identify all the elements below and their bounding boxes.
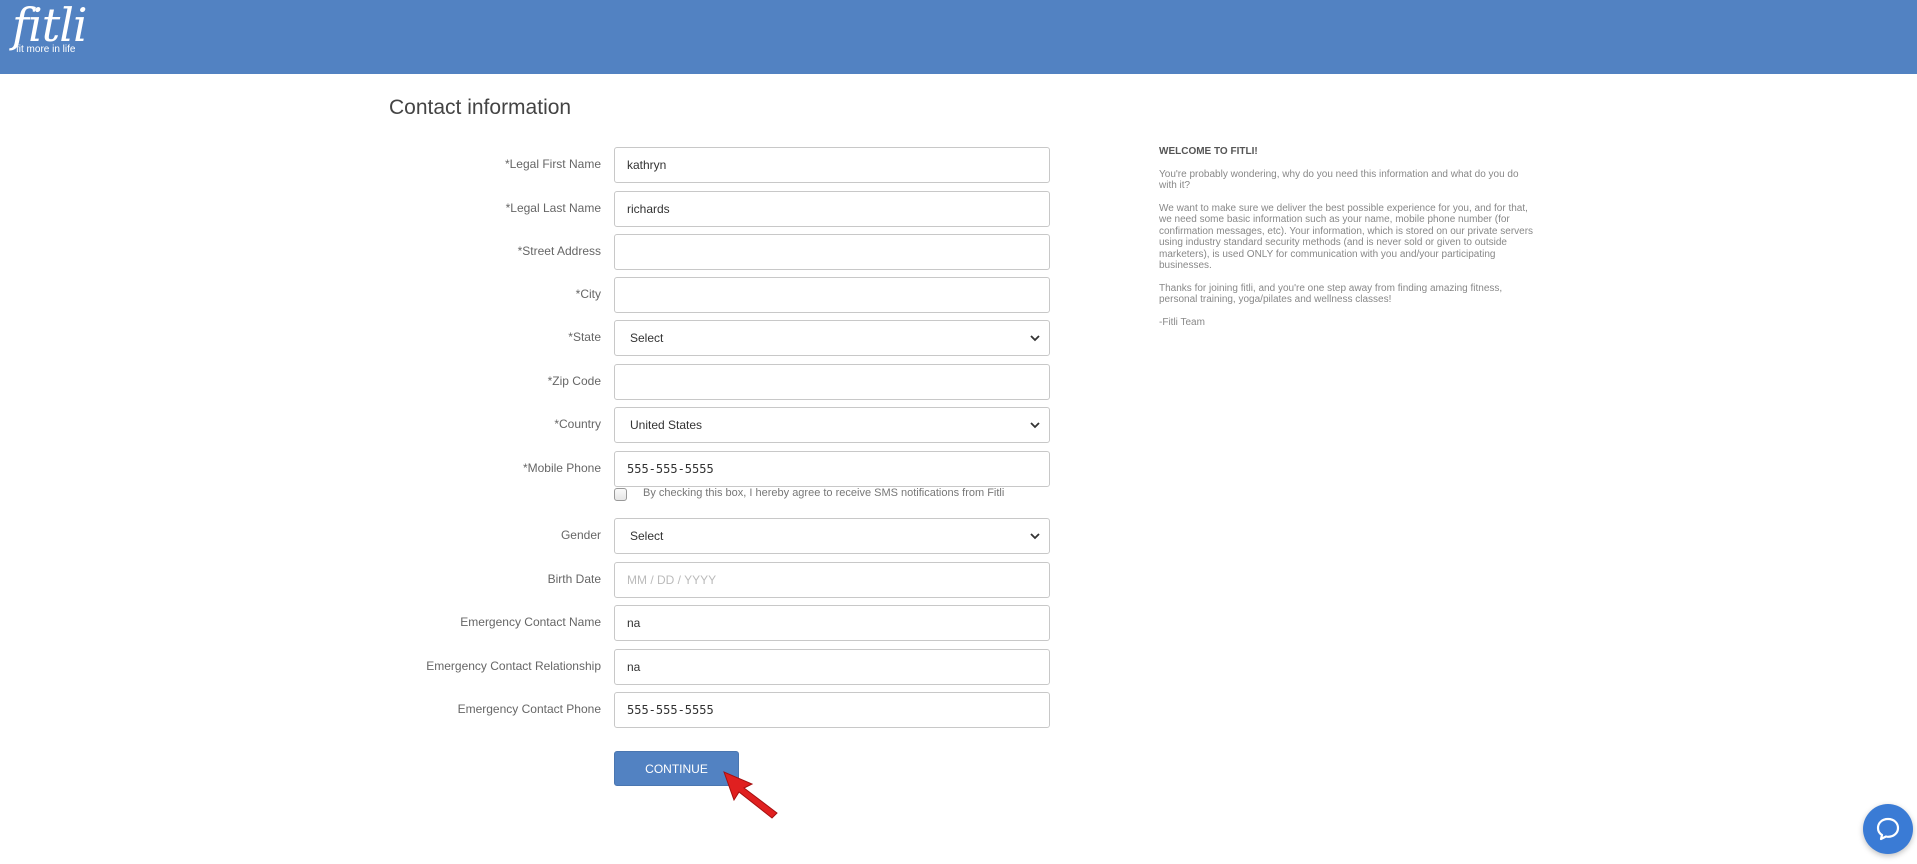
sms-consent-checkbox[interactable] [614, 488, 627, 501]
welcome-panel: WELCOME TO FITLI! You're probably wonder… [1159, 146, 1534, 339]
chevron-down-icon [1030, 335, 1040, 342]
street-address-row: *Street Address [360, 234, 1050, 270]
last-name-row: *Legal Last Name [360, 191, 1050, 227]
birth-date-row: Birth Date [360, 562, 1050, 598]
city-input[interactable] [614, 277, 1050, 313]
emergency-phone-row: Emergency Contact Phone [360, 692, 1050, 728]
state-row: *State Select [360, 320, 1050, 356]
first-name-label: *Legal First Name [504, 157, 601, 171]
zip-code-input[interactable] [614, 364, 1050, 400]
emergency-relationship-label: Emergency Contact Relationship [426, 659, 601, 673]
state-select[interactable]: Select [614, 320, 1050, 356]
welcome-signature: -Fitli Team [1159, 316, 1205, 328]
mobile-phone-input[interactable] [614, 451, 1050, 487]
fitli-logo[interactable]: fitli fit more in life [12, 0, 88, 55]
welcome-paragraph-1: You're probably wondering, why do you ne… [1159, 168, 1519, 192]
zip-code-row: *Zip Code [360, 364, 1050, 400]
emergency-relationship-input[interactable] [614, 649, 1050, 685]
country-row: *Country United States [360, 407, 1050, 443]
city-row: *City [360, 277, 1050, 313]
welcome-paragraph-2: We want to make sure we deliver the best… [1159, 202, 1534, 272]
country-label: *Country [554, 417, 601, 431]
logo-wordmark: fitli [12, 0, 88, 52]
mobile-phone-label: *Mobile Phone [522, 461, 601, 475]
first-name-row: *Legal First Name [360, 147, 1050, 183]
top-header-bar: fitli fit more in life [0, 0, 1917, 74]
welcome-paragraph-3: Thanks for joining fitli, and you're one… [1159, 282, 1503, 306]
emergency-name-label: Emergency Contact Name [460, 615, 601, 629]
emergency-phone-label: Emergency Contact Phone [457, 702, 601, 716]
continue-button[interactable]: CONTINUE [614, 751, 739, 786]
first-name-input[interactable] [614, 147, 1050, 183]
zip-code-label: *Zip Code [547, 374, 601, 388]
sms-consent-label: By checking this box, I hereby agree to … [643, 487, 1005, 499]
last-name-input[interactable] [614, 191, 1050, 227]
chat-launcher-button[interactable] [1863, 804, 1913, 854]
country-selected-value: United States [630, 418, 703, 432]
last-name-label: *Legal Last Name [505, 201, 601, 215]
birth-date-label: Birth Date [547, 572, 601, 586]
chevron-down-icon [1030, 533, 1040, 540]
mobile-phone-row: *Mobile Phone [360, 451, 1050, 487]
country-select[interactable]: United States [614, 407, 1050, 443]
emergency-name-input[interactable] [614, 605, 1050, 641]
birth-date-input[interactable] [614, 562, 1050, 598]
welcome-title: WELCOME TO FITLI! [1159, 146, 1258, 157]
chat-bubble-icon [1876, 817, 1900, 841]
emergency-relationship-row: Emergency Contact Relationship [360, 649, 1050, 685]
chevron-down-icon [1030, 422, 1040, 429]
state-label: *State [568, 330, 601, 344]
gender-selected-value: Select [630, 529, 664, 543]
gender-row: Gender Select [360, 518, 1050, 554]
gender-label: Gender [560, 528, 601, 542]
gender-select[interactable]: Select [614, 518, 1050, 554]
city-label: *City [575, 287, 601, 301]
page-title: Contact information [389, 96, 572, 119]
street-address-input[interactable] [614, 234, 1050, 270]
emergency-name-row: Emergency Contact Name [360, 605, 1050, 641]
street-address-label: *Street Address [517, 244, 601, 258]
pointer-arrow-icon [723, 771, 778, 819]
state-selected-value: Select [630, 331, 664, 345]
emergency-phone-input[interactable] [614, 692, 1050, 728]
